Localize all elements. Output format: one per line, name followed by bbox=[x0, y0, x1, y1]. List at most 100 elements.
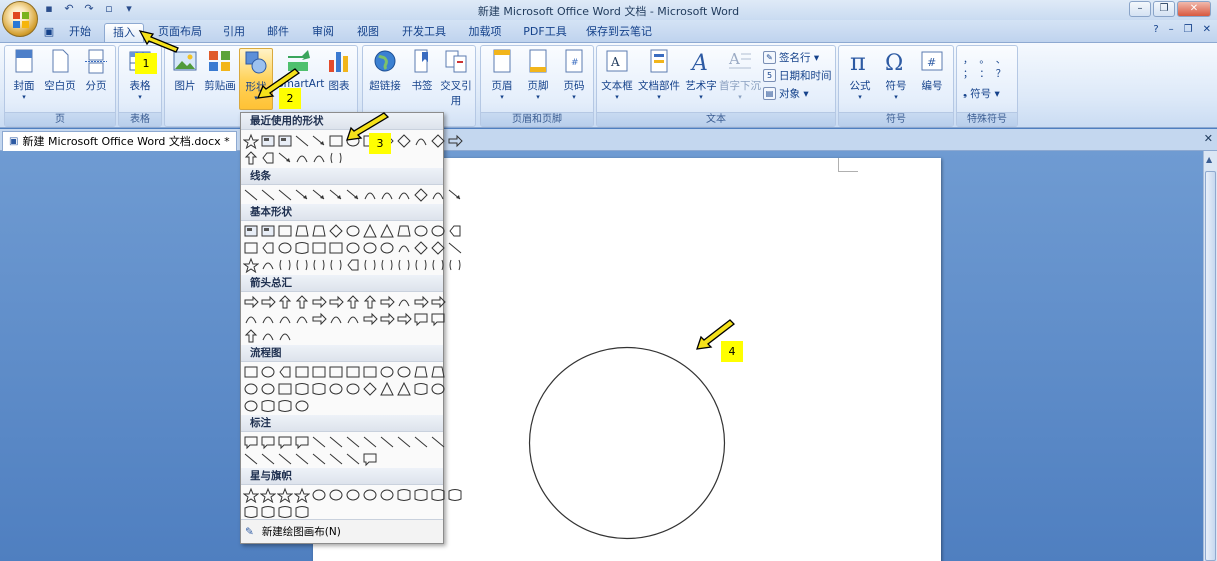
signature-line-button[interactable]: ✎ 签名行 ▾ bbox=[763, 50, 819, 65]
shape-option-icon[interactable] bbox=[328, 150, 344, 166]
shape-option-icon[interactable] bbox=[447, 187, 463, 203]
shape-option-icon[interactable] bbox=[277, 487, 293, 503]
shape-option-icon[interactable] bbox=[379, 434, 395, 450]
undo-icon[interactable]: ↶ bbox=[62, 2, 76, 16]
shape-option-icon[interactable] bbox=[294, 487, 310, 503]
shape-option-icon[interactable] bbox=[379, 311, 395, 327]
shape-option-icon[interactable] bbox=[260, 451, 276, 467]
shape-option-icon[interactable] bbox=[430, 223, 446, 239]
bookmark-button[interactable]: 书签 bbox=[407, 48, 437, 93]
shape-option-icon[interactable] bbox=[413, 487, 429, 503]
shape-option-icon[interactable] bbox=[396, 240, 412, 256]
restore-button[interactable]: ❐ bbox=[1153, 1, 1175, 17]
shape-option-icon[interactable] bbox=[294, 504, 310, 520]
shape-option-icon[interactable] bbox=[430, 381, 446, 397]
date-time-button[interactable]: 5 日期和时间 bbox=[763, 68, 832, 83]
wordart-button[interactable]: A 艺术字 ▾ bbox=[683, 48, 719, 101]
header-button[interactable]: 页眉 ▾ bbox=[485, 48, 519, 101]
shape-option-icon[interactable] bbox=[362, 364, 378, 380]
shape-option-icon[interactable] bbox=[260, 487, 276, 503]
shape-option-icon[interactable] bbox=[345, 223, 361, 239]
shape-option-icon[interactable] bbox=[243, 294, 259, 310]
shape-option-icon[interactable] bbox=[396, 133, 412, 149]
shape-option-icon[interactable] bbox=[328, 364, 344, 380]
shape-option-icon[interactable] bbox=[243, 504, 259, 520]
shape-option-icon[interactable] bbox=[277, 311, 293, 327]
shape-option-icon[interactable] bbox=[430, 187, 446, 203]
shape-option-icon[interactable] bbox=[362, 381, 378, 397]
shape-option-icon[interactable] bbox=[328, 133, 344, 149]
scroll-up-icon[interactable]: ▲ bbox=[1206, 155, 1212, 164]
shape-option-icon[interactable] bbox=[277, 398, 293, 414]
shape-option-icon[interactable] bbox=[294, 257, 310, 273]
shape-option-icon[interactable] bbox=[413, 223, 429, 239]
shape-option-icon[interactable] bbox=[294, 311, 310, 327]
shape-option-icon[interactable] bbox=[430, 311, 446, 327]
shape-option-icon[interactable] bbox=[396, 381, 412, 397]
shape-option-icon[interactable] bbox=[311, 133, 327, 149]
shape-option-icon[interactable] bbox=[294, 381, 310, 397]
shape-option-icon[interactable] bbox=[345, 451, 361, 467]
shape-option-icon[interactable] bbox=[277, 240, 293, 256]
shape-option-icon[interactable] bbox=[294, 187, 310, 203]
close-document-icon[interactable]: ✕ bbox=[1204, 132, 1213, 145]
shape-option-icon[interactable] bbox=[379, 381, 395, 397]
blank-page-button[interactable]: 空白页 bbox=[43, 48, 77, 93]
shape-option-icon[interactable] bbox=[260, 398, 276, 414]
cross-reference-button[interactable]: 交叉引用 bbox=[439, 48, 473, 108]
hyperlink-button[interactable]: 超链接 bbox=[365, 48, 405, 93]
shape-option-icon[interactable] bbox=[396, 294, 412, 310]
shape-option-icon[interactable] bbox=[379, 487, 395, 503]
shape-option-icon[interactable] bbox=[260, 150, 276, 166]
shape-option-icon[interactable] bbox=[379, 294, 395, 310]
shape-option-icon[interactable] bbox=[430, 364, 446, 380]
shape-option-icon[interactable] bbox=[328, 294, 344, 310]
tab-view[interactable]: 视图 bbox=[352, 23, 384, 42]
shape-option-icon[interactable] bbox=[328, 487, 344, 503]
shape-option-icon[interactable] bbox=[260, 311, 276, 327]
save-icon[interactable]: ▪ bbox=[42, 2, 56, 16]
shape-option-icon[interactable] bbox=[379, 240, 395, 256]
shape-option-icon[interactable] bbox=[311, 451, 327, 467]
special-symbol-button[interactable]: ❟ 符号 ▾ bbox=[963, 86, 1000, 101]
tab-references[interactable]: 引用 bbox=[218, 23, 250, 42]
shape-option-icon[interactable] bbox=[243, 187, 259, 203]
shape-option-icon[interactable] bbox=[430, 257, 446, 273]
shape-option-icon[interactable] bbox=[243, 240, 259, 256]
new-drawing-canvas-item[interactable]: ✎ 新建绘图画布(N) bbox=[241, 519, 443, 543]
shape-option-icon[interactable] bbox=[362, 187, 378, 203]
shape-option-icon[interactable] bbox=[345, 434, 361, 450]
cover-page-button[interactable]: 封面 ▾ bbox=[9, 48, 39, 101]
shape-option-icon[interactable] bbox=[243, 133, 259, 149]
shape-option-icon[interactable] bbox=[362, 451, 378, 467]
circle-shape[interactable] bbox=[528, 346, 726, 540]
shape-option-icon[interactable] bbox=[243, 487, 259, 503]
shape-option-icon[interactable] bbox=[294, 133, 310, 149]
shape-option-icon[interactable] bbox=[345, 257, 361, 273]
print-icon[interactable]: ▫ bbox=[102, 2, 116, 16]
tab-review[interactable]: 审阅 bbox=[307, 23, 339, 42]
shape-option-icon[interactable] bbox=[277, 504, 293, 520]
shape-option-icon[interactable] bbox=[413, 133, 429, 149]
shape-option-icon[interactable] bbox=[294, 150, 310, 166]
shape-option-icon[interactable] bbox=[260, 187, 276, 203]
shape-option-icon[interactable] bbox=[311, 257, 327, 273]
shape-option-icon[interactable] bbox=[311, 240, 327, 256]
tab-home[interactable]: 开始 bbox=[64, 23, 96, 42]
shape-option-icon[interactable] bbox=[413, 364, 429, 380]
shape-option-icon[interactable] bbox=[362, 311, 378, 327]
shape-option-icon[interactable] bbox=[277, 223, 293, 239]
shape-option-icon[interactable] bbox=[328, 187, 344, 203]
chart-button[interactable]: 图表 bbox=[323, 48, 355, 93]
shape-option-icon[interactable] bbox=[328, 223, 344, 239]
shape-option-icon[interactable] bbox=[328, 434, 344, 450]
scrollbar-thumb[interactable] bbox=[1205, 171, 1216, 561]
shape-option-icon[interactable] bbox=[362, 487, 378, 503]
shape-option-icon[interactable] bbox=[345, 294, 361, 310]
shape-option-icon[interactable] bbox=[294, 364, 310, 380]
close-button[interactable]: ✕ bbox=[1177, 1, 1211, 17]
shape-option-icon[interactable] bbox=[430, 434, 446, 450]
shape-option-icon[interactable] bbox=[396, 223, 412, 239]
textbox-button[interactable]: A 文本框 ▾ bbox=[599, 48, 635, 101]
shape-option-icon[interactable] bbox=[413, 434, 429, 450]
